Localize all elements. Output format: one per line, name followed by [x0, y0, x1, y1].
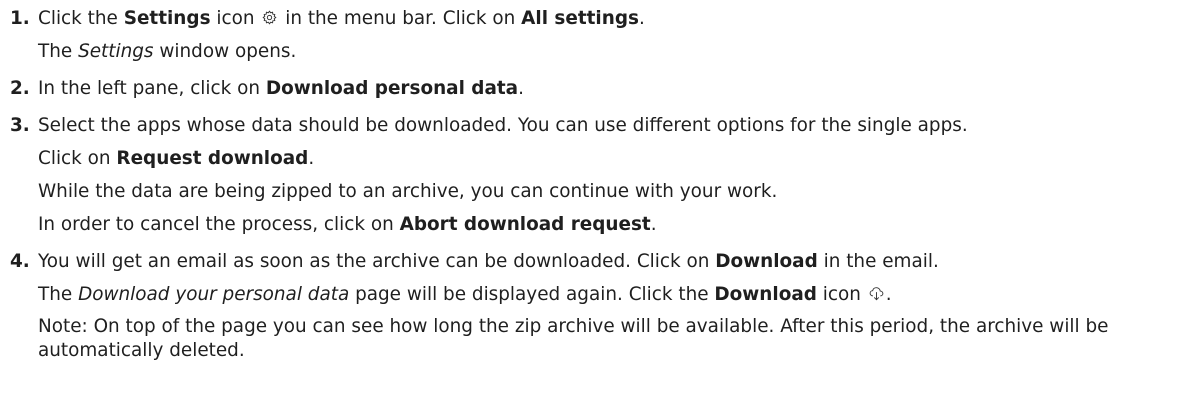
download-term: Download	[715, 251, 818, 272]
instruction-steps: 1. Click the Settings icon in the menu b…	[0, 0, 1201, 363]
step-1: 1. Click the Settings icon in the menu b…	[0, 2, 1201, 68]
step-4: 4. You will get an email as soon as the …	[0, 245, 1201, 363]
step-3-line-4: In order to cancel the process, click on…	[38, 214, 657, 235]
settings-window-term: Settings	[78, 41, 154, 62]
gear-icon	[262, 10, 277, 25]
step-3-line-3: While the data are being zipped to an ar…	[38, 181, 778, 202]
step-number: 2.	[10, 78, 30, 99]
all-settings-term: All settings	[521, 8, 639, 29]
request-download-term: Request download	[116, 148, 309, 169]
step-number: 1.	[10, 8, 30, 29]
step-2: 2. In the left pane, click on Download p…	[0, 72, 1201, 105]
download-icon	[869, 286, 884, 301]
step-4-note: Note: On top of the page you can see how…	[38, 316, 1109, 361]
step-1-line-2: The Settings window opens.	[38, 41, 297, 62]
step-4-line-2: The Download your personal data page wil…	[38, 284, 892, 305]
step-number: 4.	[10, 251, 30, 272]
download-page-term: Download your personal data	[78, 284, 350, 305]
step-3-line-2: Click on Request download.	[38, 148, 315, 169]
download-personal-data-term: Download personal data	[265, 78, 519, 99]
abort-download-request-term: Abort download request	[399, 214, 651, 235]
settings-term: Settings	[123, 8, 211, 29]
step-4-line-1: You will get an email as soon as the arc…	[38, 251, 939, 272]
step-2-line-1: In the left pane, click on Download pers…	[38, 78, 524, 99]
step-3: 3. Select the apps whose data should be …	[0, 109, 1201, 241]
step-number: 3.	[10, 115, 30, 136]
download-icon-term: Download	[714, 284, 817, 305]
step-1-line-1: Click the Settings icon in the menu bar.…	[38, 8, 645, 29]
step-3-line-1: Select the apps whose data should be dow…	[38, 115, 968, 136]
